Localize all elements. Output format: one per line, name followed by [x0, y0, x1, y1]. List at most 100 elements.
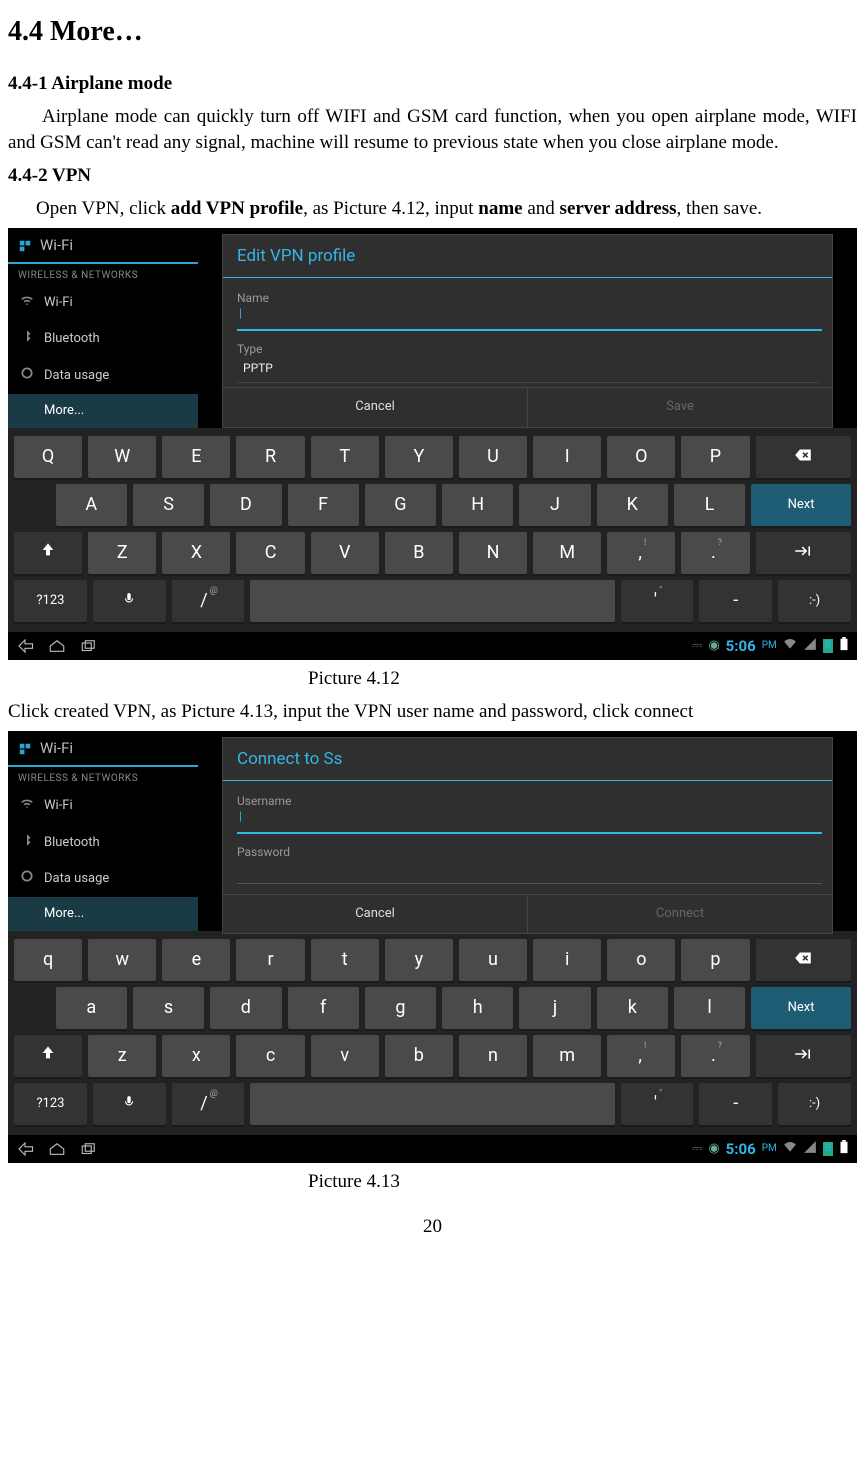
keyboard[interactable]: QWERTYUIOP ASDFGHJKLNext ZXCVBNM,!.? ?12… — [8, 428, 857, 632]
key-p[interactable]: P — [681, 436, 749, 478]
key-n[interactable]: n — [459, 1035, 527, 1077]
key-l[interactable]: l — [674, 987, 745, 1029]
sidebar-item-more[interactable]: More... — [8, 394, 198, 428]
key-c[interactable]: c — [236, 1035, 304, 1077]
key-w[interactable]: w — [88, 939, 156, 981]
key-dash[interactable]: - — [699, 580, 772, 622]
key-smile[interactable]: :-) — [778, 1083, 851, 1125]
key-e[interactable]: E — [162, 436, 230, 478]
connect-button[interactable]: Connect — [527, 895, 832, 933]
key-k[interactable]: k — [597, 987, 668, 1029]
sidebar-item-bluetooth[interactable]: Bluetooth — [8, 825, 198, 861]
key-s[interactable]: S — [133, 484, 204, 526]
key-shift[interactable] — [14, 1035, 82, 1077]
key-s[interactable]: s — [133, 987, 204, 1029]
key-.[interactable]: .? — [681, 1035, 749, 1077]
settings-header[interactable]: Wi-Fi — [8, 228, 198, 264]
key-apostrophe[interactable]: '" — [621, 1083, 694, 1125]
key-u[interactable]: U — [459, 436, 527, 478]
name-input[interactable] — [237, 307, 822, 331]
key-e[interactable]: e — [162, 939, 230, 981]
key-h[interactable]: H — [442, 484, 513, 526]
key-x[interactable]: X — [162, 532, 230, 574]
key-m[interactable]: m — [533, 1035, 601, 1077]
key-m[interactable]: M — [533, 532, 601, 574]
key-sym[interactable]: ?123 — [14, 1083, 87, 1125]
sidebar-item-more[interactable]: More... — [8, 897, 198, 931]
key-q[interactable]: q — [14, 939, 82, 981]
key-space[interactable] — [250, 1083, 614, 1125]
key-a[interactable]: A — [56, 484, 127, 526]
key-u[interactable]: u — [459, 939, 527, 981]
key-shift[interactable] — [14, 532, 82, 574]
key-g[interactable]: g — [365, 987, 436, 1029]
key-q[interactable]: Q — [14, 436, 82, 478]
key-backspace[interactable] — [756, 939, 851, 981]
key-slash[interactable]: /@ — [172, 580, 245, 622]
home-icon[interactable] — [48, 1142, 66, 1156]
sidebar-item-bluetooth[interactable]: Bluetooth — [8, 321, 198, 357]
back-icon[interactable] — [16, 1142, 34, 1156]
key-next[interactable]: Next — [751, 987, 851, 1029]
key-sym[interactable]: ?123 — [14, 580, 87, 622]
key-f[interactable]: F — [288, 484, 359, 526]
key-y[interactable]: y — [385, 939, 453, 981]
key-i[interactable]: i — [533, 939, 601, 981]
password-input[interactable] — [237, 861, 822, 884]
key-backspace[interactable] — [756, 436, 851, 478]
key-dash[interactable]: - — [699, 1083, 772, 1125]
key-z[interactable]: z — [88, 1035, 156, 1077]
key-f[interactable]: f — [288, 987, 359, 1029]
key-o[interactable]: O — [607, 436, 675, 478]
sidebar-item-wifi[interactable]: Wi-Fi — [8, 285, 198, 321]
username-input[interactable] — [237, 810, 822, 834]
recents-icon[interactable] — [80, 639, 98, 653]
recents-icon[interactable] — [80, 1142, 98, 1156]
key-apostrophe[interactable]: '" — [621, 580, 694, 622]
key-c[interactable]: C — [236, 532, 304, 574]
key-d[interactable]: d — [210, 987, 281, 1029]
key-,[interactable]: ,! — [607, 1035, 675, 1077]
key-z[interactable]: Z — [88, 532, 156, 574]
key-y[interactable]: Y — [385, 436, 453, 478]
type-value[interactable]: PPTP — [237, 358, 818, 384]
sidebar-item-wifi[interactable]: Wi-Fi — [8, 788, 198, 824]
key-,[interactable]: ,! — [607, 532, 675, 574]
key-n[interactable]: N — [459, 532, 527, 574]
home-icon[interactable] — [48, 639, 66, 653]
key-tab[interactable] — [756, 532, 851, 574]
key-t[interactable]: t — [311, 939, 379, 981]
key-b[interactable]: B — [385, 532, 453, 574]
back-icon[interactable] — [16, 639, 34, 653]
key-j[interactable]: J — [519, 484, 590, 526]
key-l[interactable]: L — [674, 484, 745, 526]
key-g[interactable]: G — [365, 484, 436, 526]
key-j[interactable]: j — [519, 987, 590, 1029]
key-w[interactable]: W — [88, 436, 156, 478]
key-space[interactable] — [250, 580, 614, 622]
key-.[interactable]: .? — [681, 532, 749, 574]
key-h[interactable]: h — [442, 987, 513, 1029]
key-b[interactable]: b — [385, 1035, 453, 1077]
key-r[interactable]: r — [236, 939, 304, 981]
key-t[interactable]: T — [311, 436, 379, 478]
settings-header[interactable]: Wi-Fi — [8, 731, 198, 767]
key-smile[interactable]: :-) — [778, 580, 851, 622]
key-p[interactable]: p — [681, 939, 749, 981]
key-r[interactable]: R — [236, 436, 304, 478]
key-a[interactable]: a — [56, 987, 127, 1029]
key-next[interactable]: Next — [751, 484, 851, 526]
key-v[interactable]: v — [311, 1035, 379, 1077]
sidebar-item-data-usage[interactable]: Data usage — [8, 861, 198, 897]
key-i[interactable]: I — [533, 436, 601, 478]
key-x[interactable]: x — [162, 1035, 230, 1077]
key-mic[interactable] — [93, 1083, 166, 1125]
key-o[interactable]: o — [607, 939, 675, 981]
cancel-button[interactable]: Cancel — [223, 895, 527, 933]
save-button[interactable]: Save — [527, 388, 832, 426]
key-tab[interactable] — [756, 1035, 851, 1077]
key-slash[interactable]: /@ — [172, 1083, 245, 1125]
sidebar-item-data-usage[interactable]: Data usage — [8, 358, 198, 394]
key-d[interactable]: D — [210, 484, 281, 526]
key-k[interactable]: K — [597, 484, 668, 526]
